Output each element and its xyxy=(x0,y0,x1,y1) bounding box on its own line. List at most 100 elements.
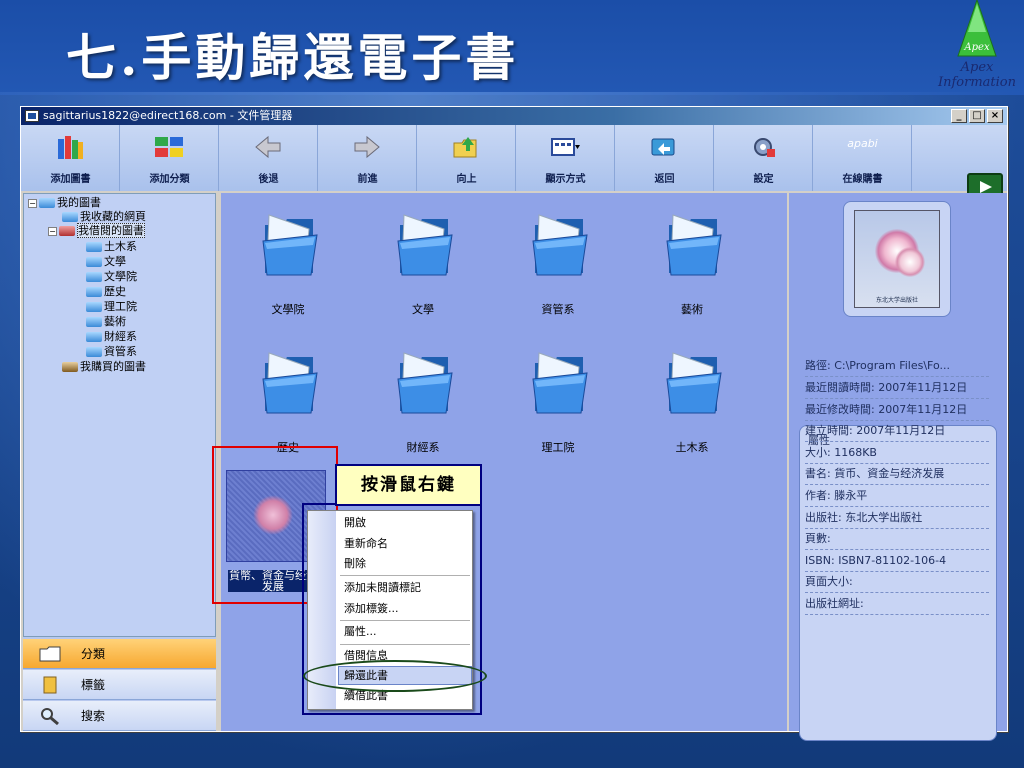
book-folder-icon xyxy=(86,302,102,312)
toolbar-label: 向上 xyxy=(456,174,477,185)
nav-tag-tab[interactable]: 標籤 xyxy=(23,670,216,700)
add-category-button[interactable]: 添加分類 xyxy=(120,125,219,191)
folder-icon xyxy=(39,646,61,662)
back-button[interactable]: 後退 xyxy=(219,125,318,191)
search-icon xyxy=(41,708,59,725)
online-purchase-button[interactable]: apabi 在線購書 xyxy=(813,125,912,191)
apex-logo-text: Apex xyxy=(963,42,990,53)
up-folder-icon xyxy=(453,137,477,158)
cover-frame: 东北大学出版社 xyxy=(843,201,951,317)
toolbar-label: 後退 xyxy=(258,174,279,185)
toolbar-label: 添加分類 xyxy=(149,174,190,185)
folder-icon xyxy=(532,352,588,414)
book-folder-icon xyxy=(86,242,102,252)
up-button[interactable]: 向上 xyxy=(417,125,516,191)
book-folder-icon xyxy=(86,272,102,282)
book-folder-icon xyxy=(62,212,78,222)
tree-node-purchased-books[interactable]: 我購買的圖書 xyxy=(62,360,146,374)
folder-label: 財經系 xyxy=(406,441,440,454)
view-mode-button[interactable]: 顯示方式 xyxy=(516,125,615,191)
books-icon xyxy=(58,136,83,159)
toolbar-label: 前進 xyxy=(357,174,378,185)
nav-search-tab[interactable]: 搜索 xyxy=(23,701,216,731)
folder-icon xyxy=(262,352,318,414)
view-mode-icon xyxy=(551,138,580,156)
toolbar-label: 顯示方式 xyxy=(545,174,586,185)
folder-icon xyxy=(397,352,453,414)
tag-icon xyxy=(43,676,57,694)
tree-node-history[interactable]: 歷史 xyxy=(86,285,126,299)
tree-toggle[interactable]: − xyxy=(48,226,57,236)
forward-button[interactable]: 前進 xyxy=(318,125,417,191)
minimize-button[interactable]: _ xyxy=(951,109,967,123)
category-tree: − 我的圖書 我收藏的網頁 − 我借閱的圖書 土木系 文學 文學院 歷史 理工院 藝… xyxy=(23,193,216,637)
folder-label: 文學 xyxy=(412,303,434,316)
apex-brand: Apex Information xyxy=(937,60,1017,90)
window-title: sagittarius1822@edirect168.com - 文件管理器 xyxy=(43,109,293,122)
back-arrow-icon xyxy=(255,135,281,159)
tree-toggle[interactable]: − xyxy=(28,198,37,208)
apex-logo: Apex Apex Information xyxy=(930,0,1024,90)
folder-item[interactable]: 文學院 xyxy=(233,207,343,327)
prop-path: 路徑: C:\Program Files\Fo... xyxy=(805,356,989,377)
return-button[interactable]: 返回 xyxy=(615,125,714,191)
folder-icon xyxy=(397,214,453,276)
book-folder-icon xyxy=(86,332,102,342)
tree-node-borrowed-books[interactable]: − 我借閱的圖書 xyxy=(48,223,145,238)
slide-title: 七.手動歸還電子書 xyxy=(66,28,520,87)
prop-last-modified: 最近修改時間: 2007年11月12日 xyxy=(805,400,989,421)
nav-category-tab[interactable]: 分類 xyxy=(23,639,216,669)
prop-pages: 頁數: xyxy=(805,529,989,550)
cover-publisher: 东北大学出版社 xyxy=(875,297,918,304)
folder-icon xyxy=(532,214,588,276)
apex-triangle-icon: Apex xyxy=(957,0,997,57)
toolbar-label: 返回 xyxy=(654,174,675,185)
maximize-button[interactable]: □ xyxy=(969,109,985,123)
tree-node-liberal-arts[interactable]: 文學院 xyxy=(86,270,137,284)
folder-label: 資管系 xyxy=(541,303,575,316)
folder-item[interactable]: 藝術 xyxy=(637,207,747,327)
window-titlebar[interactable]: sagittarius1822@edirect168.com - 文件管理器 _… xyxy=(21,107,1007,125)
toolbar-label: 設定 xyxy=(753,174,774,185)
folder-item[interactable]: 土木系 xyxy=(637,345,747,465)
prop-publisher: 出版社: 东北大学出版社 xyxy=(805,508,989,529)
folder-label: 土木系 xyxy=(675,441,709,454)
folder-icon xyxy=(666,214,722,276)
folder-item[interactable]: 理工院 xyxy=(503,345,613,465)
book-folder-icon xyxy=(86,317,102,327)
tree-node-civil[interactable]: 土木系 xyxy=(86,240,137,254)
tree-node-finance[interactable]: 財經系 xyxy=(86,330,137,344)
folder-item[interactable]: 文學 xyxy=(368,207,478,327)
tree-node-literature[interactable]: 文學 xyxy=(86,255,126,269)
prop-created: 建立時間: 2007年11月12日 xyxy=(805,421,989,442)
apabi-logo-icon: apabi xyxy=(847,137,878,150)
prop-author: 作者: 滕永平 xyxy=(805,486,989,507)
folder-label: 文學院 xyxy=(271,303,305,316)
tree-node-art[interactable]: 藝術 xyxy=(86,315,126,329)
book-cover-image: 东北大学出版社 xyxy=(854,210,940,308)
tree-node-info-mgmt[interactable]: 資管系 xyxy=(86,345,137,359)
left-nav-panel: 分類 標籤 搜索 xyxy=(23,637,216,731)
prop-title: 書名: 貨币、資金与经济发展 xyxy=(805,464,989,485)
prop-publisher-url: 出版社網址: xyxy=(805,594,989,615)
folder-label: 藝術 xyxy=(681,303,703,316)
toolbar-label: 在線購書 xyxy=(842,174,883,185)
book-folder-icon xyxy=(86,347,102,357)
add-book-button[interactable]: 添加圖書 xyxy=(21,125,120,191)
folder-icon xyxy=(262,214,318,276)
tree-node-bookmarked-pages[interactable]: 我收藏的網頁 xyxy=(62,210,146,224)
tree-node-engineering[interactable]: 理工院 xyxy=(86,300,137,314)
close-button[interactable]: × xyxy=(987,109,1003,123)
book-folder-icon xyxy=(86,257,102,267)
book-folder-icon xyxy=(86,287,102,297)
app-icon xyxy=(25,110,39,122)
folder-icon xyxy=(666,352,722,414)
tree-node-my-books[interactable]: − 我的圖書 xyxy=(28,196,101,210)
borrowed-folder-icon xyxy=(59,226,75,236)
forward-arrow-icon xyxy=(354,135,380,159)
purchased-folder-icon xyxy=(62,362,78,372)
settings-button[interactable]: 設定 xyxy=(714,125,813,191)
return-icon xyxy=(651,138,675,156)
folder-item[interactable]: 財經系 xyxy=(368,345,478,465)
folder-item[interactable]: 資管系 xyxy=(503,207,613,327)
